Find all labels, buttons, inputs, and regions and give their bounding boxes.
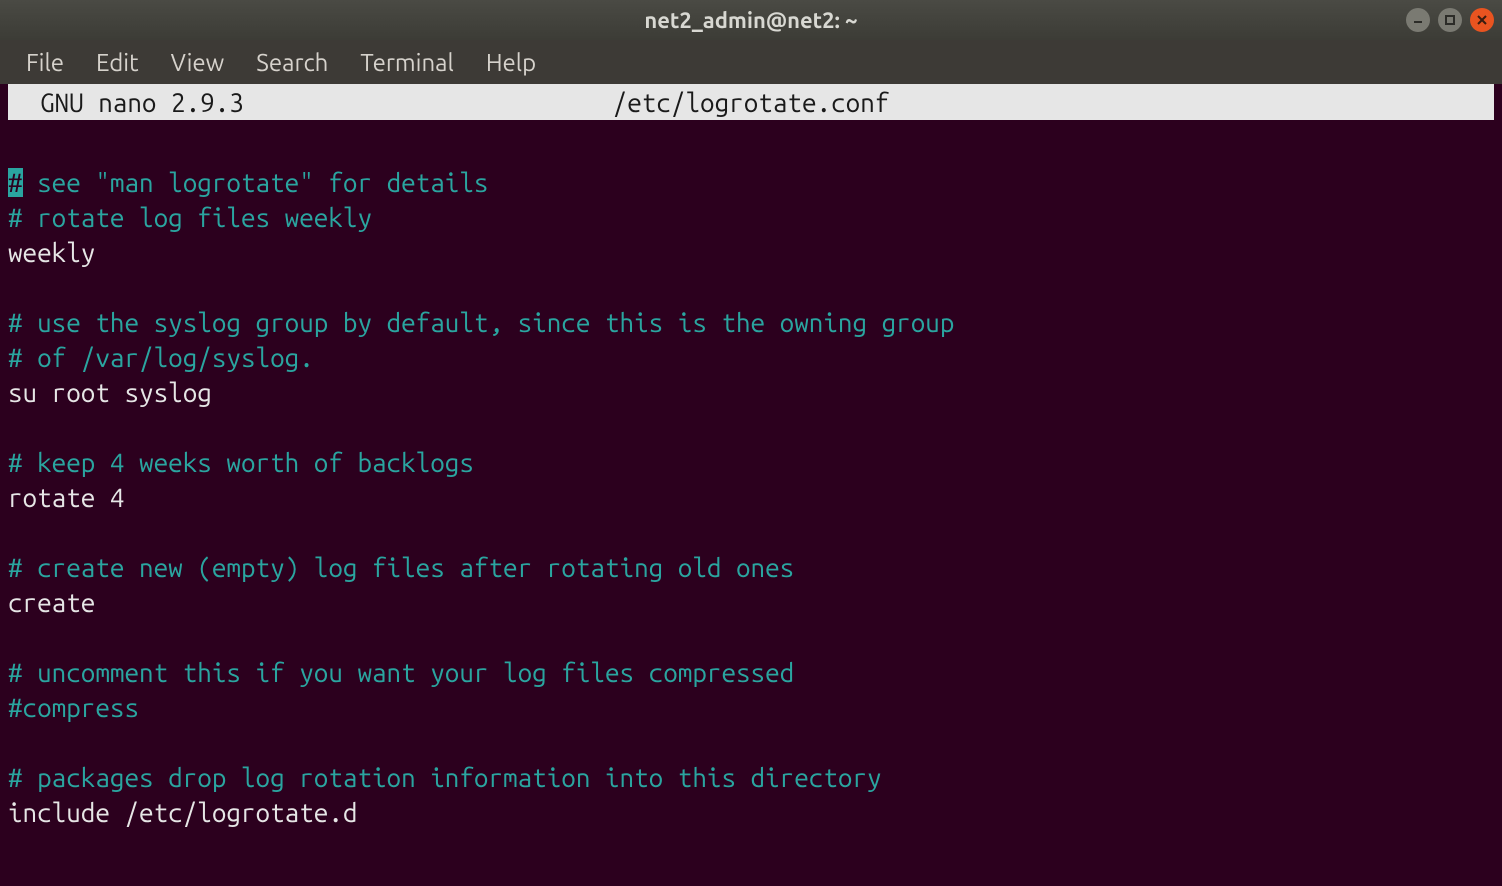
window-title: net2_admin@net2: ~ [644, 8, 857, 33]
editor-line: # create new (empty) log files after rot… [8, 550, 1494, 585]
config-directive: weekly [8, 238, 95, 267]
nano-header-bar: GNU nano 2.9.3 /etc/logrotate.conf [8, 84, 1494, 120]
comment-text: see "man logrotate" for details [23, 168, 489, 197]
editor-line: rotate 4 [8, 480, 1494, 515]
editor-line: # see "man logrotate" for details [8, 165, 1494, 200]
editor-area[interactable]: # see "man logrotate" for details# rotat… [0, 120, 1502, 830]
maximize-button[interactable] [1438, 8, 1462, 32]
editor-line: su root syslog [8, 375, 1494, 410]
editor-line: # keep 4 weeks worth of backlogs [8, 445, 1494, 480]
minimize-button[interactable] [1406, 8, 1430, 32]
editor-line: #compress [8, 690, 1494, 725]
editor-line: # of /var/log/syslog. [8, 340, 1494, 375]
editor-line [8, 270, 1494, 305]
window-titlebar: net2_admin@net2: ~ [0, 0, 1502, 40]
editor-line: # rotate log files weekly [8, 200, 1494, 235]
editor-line [8, 725, 1494, 760]
editor-line: weekly [8, 235, 1494, 270]
nano-app-label: GNU nano 2.9.3 [40, 88, 244, 117]
menu-edit[interactable]: Edit [82, 43, 153, 82]
editor-line: # uncomment this if you want your log fi… [8, 655, 1494, 690]
editor-line: # use the syslog group by default, since… [8, 305, 1494, 340]
comment-text: #compress [8, 693, 139, 722]
editor-line: # packages drop log rotation information… [8, 760, 1494, 795]
cursor-position: # [8, 168, 23, 197]
editor-line [8, 515, 1494, 550]
comment-text: # keep 4 weeks worth of backlogs [8, 448, 474, 477]
close-button[interactable] [1470, 8, 1494, 32]
config-directive: su root syslog [8, 378, 212, 407]
config-directive: create [8, 588, 95, 617]
menu-file[interactable]: File [12, 43, 78, 82]
comment-text: # create new (empty) log files after rot… [8, 553, 794, 582]
comment-text: # of /var/log/syslog. [8, 343, 314, 372]
editor-line [8, 410, 1494, 445]
config-directive: include /etc/logrotate.d [8, 798, 357, 827]
menubar: File Edit View Search Terminal Help [0, 40, 1502, 84]
editor-line [8, 620, 1494, 655]
menu-help[interactable]: Help [472, 43, 550, 82]
menu-view[interactable]: View [157, 43, 239, 82]
editor-line: include /etc/logrotate.d [8, 795, 1494, 830]
editor-line: create [8, 585, 1494, 620]
menu-search[interactable]: Search [242, 43, 342, 82]
editor-line [8, 130, 1494, 165]
comment-text: # rotate log files weekly [8, 203, 372, 232]
comment-text: # packages drop log rotation information… [8, 763, 882, 792]
comment-text: # use the syslog group by default, since… [8, 308, 954, 337]
window-controls [1406, 8, 1494, 32]
nano-filename: /etc/logrotate.conf [613, 88, 890, 117]
menu-terminal[interactable]: Terminal [346, 43, 467, 82]
config-directive: rotate 4 [8, 483, 124, 512]
comment-text: # uncomment this if you want your log fi… [8, 658, 794, 687]
